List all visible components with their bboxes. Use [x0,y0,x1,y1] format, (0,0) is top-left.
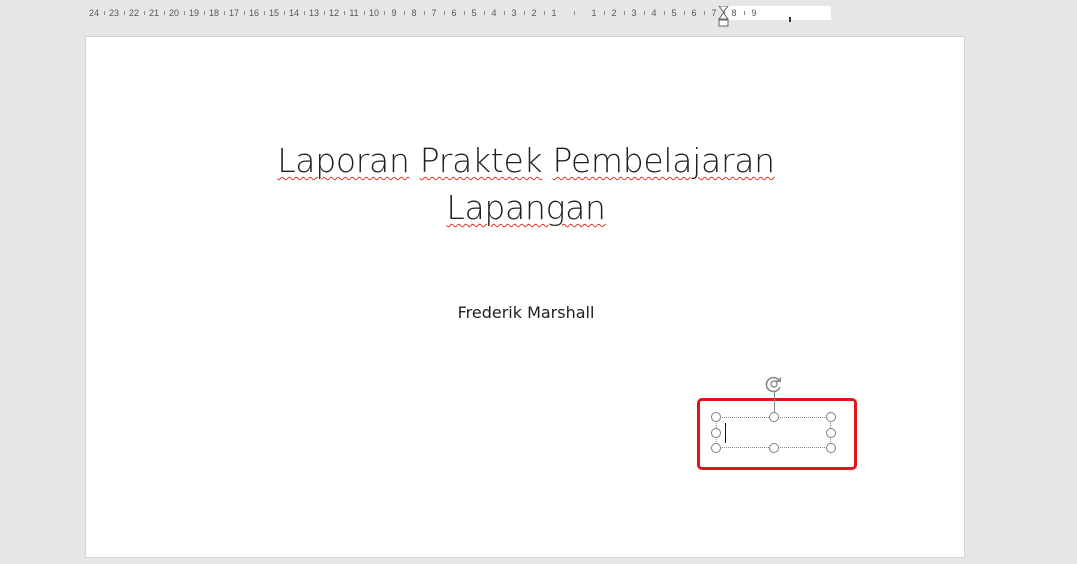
resize-handle-bottom-left[interactable] [711,443,721,453]
ruler-label: 4 [651,8,657,18]
ruler-label: 10 [368,8,380,18]
ruler-tick [524,11,525,15]
ruler-tick [624,11,625,15]
title-word: Laporan [277,141,410,180]
ruler-label: 8 [411,8,417,18]
ruler-label: 2 [531,8,537,18]
ruler-tick [684,11,685,15]
slide-canvas[interactable]: Laporan Praktek Pembelajaran Lapangan Fr… [85,36,965,558]
ruler-tick [344,11,345,15]
ruler-tick [264,11,265,15]
ruler-tick [124,11,125,15]
ruler-tick [164,11,165,15]
ruler-tick [664,11,665,15]
resize-handle-middle-left[interactable] [711,428,721,438]
tab-stop-marker[interactable] [789,17,791,22]
ruler-tick [244,11,245,15]
slide-subtitle[interactable]: Frederik Marshall [86,303,966,322]
ruler-label: 23 [108,8,120,18]
ruler-label: 5 [671,8,677,18]
ruler-label: 5 [471,8,477,18]
ruler-tick [404,11,405,15]
resize-handle-top-center[interactable] [769,412,779,422]
ruler-label: 1 [591,8,597,18]
title-word: Lapangan [446,188,606,227]
resize-handle-bottom-center[interactable] [769,443,779,453]
ruler-tick [544,11,545,15]
ruler-label: 7 [431,8,437,18]
ruler-tick [324,11,325,15]
ruler-tick [284,11,285,15]
ruler-tick [384,11,385,15]
ruler-label: 12 [328,8,340,18]
ruler-tick [704,11,705,15]
ruler-label: 14 [288,8,300,18]
resize-handle-bottom-right[interactable] [826,443,836,453]
ruler-tick [224,11,225,15]
ruler-tick [304,11,305,15]
ruler-label: 15 [268,8,280,18]
ruler-label: 18 [208,8,220,18]
ruler-tick [644,11,645,15]
horizontal-ruler[interactable]: 24 23 22 21 20 19 18 17 16 15 14 13 12 11 10 9 8 7 6 5 4 3 2 1 1… [0,0,1077,28]
ruler-tick [104,11,105,15]
ruler-tick [144,11,145,15]
ruler-label: 13 [308,8,320,18]
title-line-1: Laporan Praktek Pembelajaran [86,137,966,184]
ruler-label: 3 [631,8,637,18]
ruler-label: 20 [168,8,180,18]
ruler-label: 4 [491,8,497,18]
ruler-tick [464,11,465,15]
slide-title[interactable]: Laporan Praktek Pembelajaran Lapangan [86,137,966,231]
ruler-label: 24 [88,8,100,18]
ruler-label: 17 [228,8,240,18]
ruler-label: 8 [731,8,737,18]
text-cursor [725,423,726,443]
ruler-tick [204,11,205,15]
ruler-label: 9 [751,8,757,18]
ruler-label: 11 [349,8,359,18]
ruler-tick [574,11,575,15]
ruler-label: 3 [511,8,517,18]
ruler-tick [484,11,485,15]
ruler-label: 16 [248,8,260,18]
resize-handle-top-left[interactable] [711,412,721,422]
ruler-label: 19 [188,8,200,18]
ruler-labels: 24 23 22 21 20 19 18 17 16 15 14 13 12 11 10 9 8 7 6 5 4 3 2 1 1… [0,6,1077,20]
ruler-label: 2 [611,8,617,18]
ruler-label: 9 [391,8,397,18]
indent-marker-icon[interactable] [718,6,729,34]
ruler-label: 7 [711,8,717,18]
ruler-tick [184,11,185,15]
ruler-tick [504,11,505,15]
ruler-tick [364,11,365,15]
resize-handle-middle-right[interactable] [826,428,836,438]
ruler-tick [444,11,445,15]
ruler-label: 22 [128,8,140,18]
title-word: Pembelajaran [552,141,775,180]
ruler-tick [744,11,745,15]
rotate-icon[interactable] [764,374,784,394]
ruler-tick [424,11,425,15]
ruler-tick [604,11,605,15]
ruler-label: 21 [148,8,160,18]
ruler-label: 6 [691,8,697,18]
ruler-label: 1 [551,8,557,18]
title-line-2: Lapangan [86,184,966,231]
resize-handle-top-right[interactable] [826,412,836,422]
rotate-connector [774,391,775,413]
title-word: Praktek [419,141,543,180]
ruler-label: 6 [451,8,457,18]
